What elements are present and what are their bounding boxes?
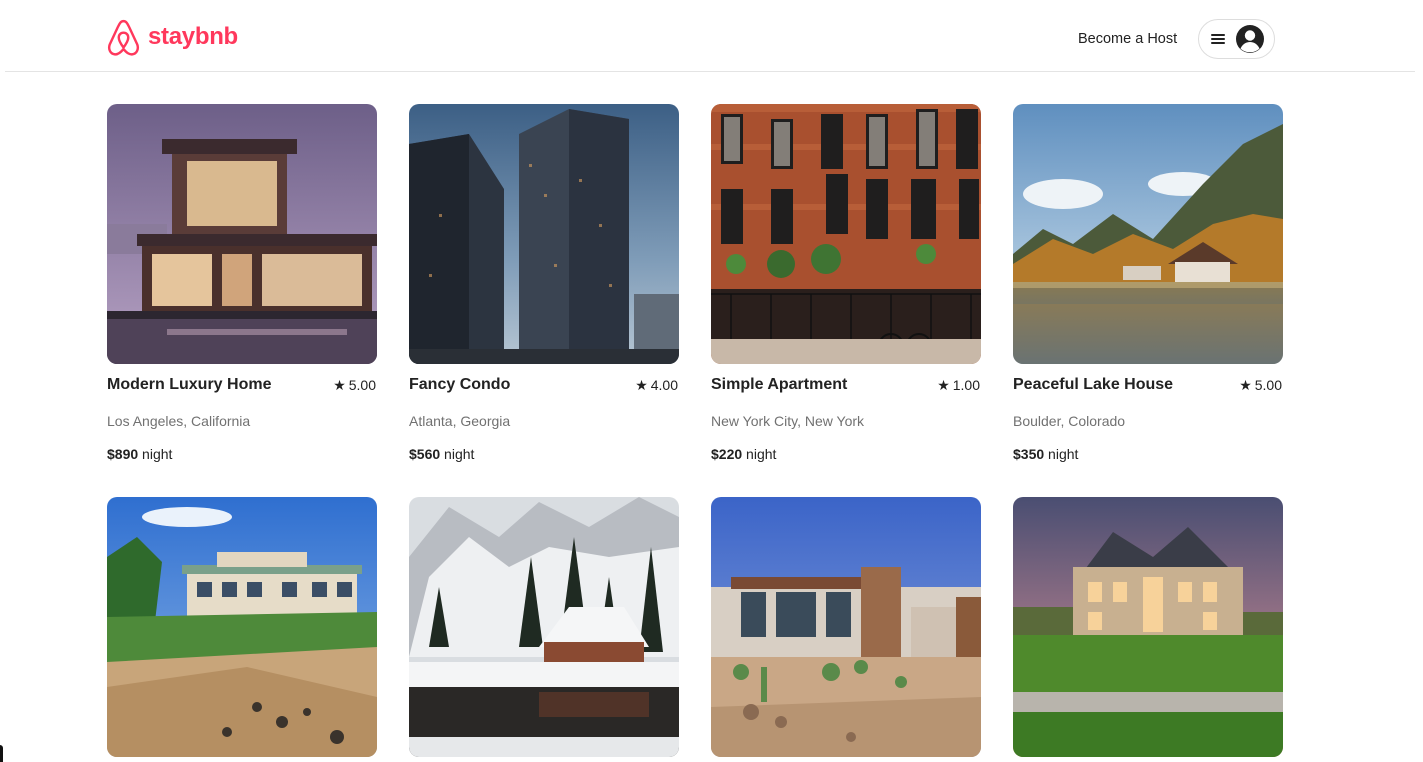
star-icon: ★: [333, 377, 346, 393]
price-amount: $560: [409, 446, 441, 462]
rating-value: 1.00: [952, 377, 980, 393]
listing-photo[interactable]: [1013, 497, 1283, 757]
listing-price: $890 night: [107, 446, 377, 462]
listing-rating: ★ 1.00: [937, 377, 980, 393]
price-unit: night: [142, 446, 173, 462]
listing-rating: ★ 4.00: [635, 377, 678, 393]
listing-card[interactable]: [107, 497, 377, 757]
listing-location: Atlanta, Georgia: [409, 413, 511, 429]
listing-card[interactable]: [1013, 497, 1283, 757]
listing-photo[interactable]: [107, 497, 377, 757]
rating-value: 5.00: [1254, 377, 1282, 393]
listing-location: Los Angeles, California: [107, 413, 251, 429]
listing-rating: ★ 5.00: [333, 377, 376, 393]
price-unit: night: [1048, 446, 1079, 462]
listing-photo[interactable]: [107, 104, 377, 364]
rating-value: 5.00: [348, 377, 376, 393]
price-unit: night: [444, 446, 475, 462]
listing-photo[interactable]: [1013, 104, 1283, 364]
listing-price: $350 night: [1013, 446, 1283, 462]
user-menu-button[interactable]: [1198, 19, 1275, 59]
star-icon: ★: [937, 377, 950, 393]
listing-card[interactable]: [711, 497, 981, 757]
listing-card[interactable]: Modern Luxury Home ★ 5.00 Los Angeles, Ca…: [107, 104, 377, 462]
staybnb-logo-icon: [107, 19, 140, 56]
hamburger-menu-icon: [1211, 34, 1225, 44]
user-avatar-icon: [1236, 25, 1264, 53]
listing-photo[interactable]: [409, 104, 679, 364]
top-navbar: staybnb Become a Host: [5, 0, 1415, 72]
listing-photo[interactable]: [409, 497, 679, 757]
listing-card[interactable]: [409, 497, 679, 757]
window-corner-edge: [0, 745, 3, 762]
listing-photo[interactable]: [711, 104, 981, 364]
become-host-link[interactable]: Become a Host: [1078, 31, 1177, 47]
listing-location: New York City, New York: [711, 413, 865, 429]
star-icon: ★: [1239, 377, 1252, 393]
listing-title[interactable]: Simple Apartment: [711, 376, 847, 394]
listing-title[interactable]: Peaceful Lake House: [1013, 376, 1173, 394]
price-amount: $220: [711, 446, 743, 462]
price-amount: $350: [1013, 446, 1045, 462]
star-icon: ★: [635, 377, 648, 393]
listing-location: Boulder, Colorado: [1013, 413, 1126, 429]
listing-price: $560 night: [409, 446, 679, 462]
listing-card[interactable]: Peaceful Lake House ★ 5.00 Boulder, Color…: [1013, 104, 1283, 462]
brand-name: staybnb: [148, 22, 238, 50]
listing-photo[interactable]: [711, 497, 981, 757]
listing-price: $220 night: [711, 446, 981, 462]
listing-title[interactable]: Modern Luxury Home: [107, 376, 271, 394]
listing-card[interactable]: Fancy Condo ★ 4.00 Atlanta, Georgia $560 …: [409, 104, 679, 462]
listing-card[interactable]: Simple Apartment ★ 1.00 New York City, Ne…: [711, 104, 981, 462]
listing-rating: ★ 5.00: [1239, 377, 1282, 393]
listing-title[interactable]: Fancy Condo: [409, 376, 510, 394]
price-unit: night: [746, 446, 777, 462]
price-amount: $890: [107, 446, 139, 462]
rating-value: 4.00: [650, 377, 678, 393]
staybnb-logo[interactable]: staybnb: [106, 19, 238, 57]
